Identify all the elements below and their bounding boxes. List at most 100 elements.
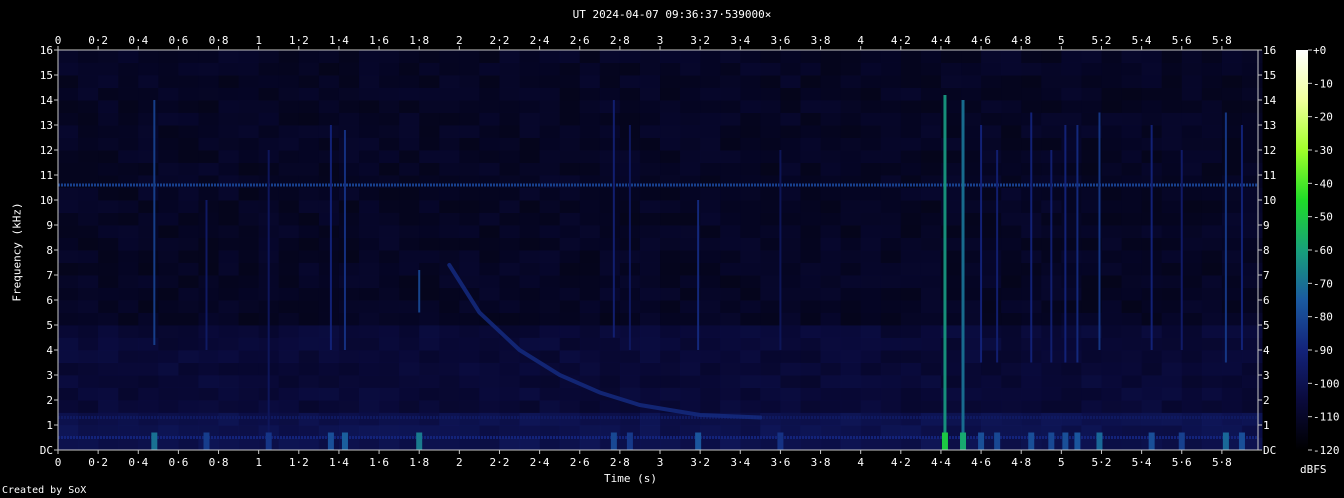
noise-cell — [880, 112, 902, 126]
noise-cell — [840, 62, 862, 76]
noise-cell — [218, 362, 240, 376]
noise-cell — [1181, 137, 1203, 151]
noise-cell — [981, 100, 1002, 113]
noise-cell — [660, 212, 681, 226]
noise-cell — [1121, 300, 1143, 313]
noise-cell — [660, 300, 681, 313]
x-tick-label: 4·2 — [891, 456, 911, 469]
noise-cell — [318, 225, 340, 238]
noise-cell — [499, 100, 521, 113]
noise-cell — [479, 387, 500, 401]
noise-cell — [920, 212, 942, 226]
noise-cell — [780, 312, 801, 326]
noise-cell — [118, 325, 139, 338]
noise-cell — [519, 325, 541, 338]
noise-cell — [298, 350, 320, 363]
noise-cell — [1161, 125, 1183, 138]
transient-base-burst — [151, 432, 158, 450]
noise-cell — [399, 387, 420, 401]
noise-cell — [820, 362, 842, 376]
noise-cell — [680, 100, 701, 113]
noise-cell — [298, 337, 320, 351]
noise-cell — [298, 362, 320, 376]
noise-cell — [198, 225, 220, 238]
noise-cell — [539, 300, 561, 313]
noise-cell — [479, 400, 500, 413]
noise-cell — [1241, 75, 1263, 88]
noise-cell — [98, 112, 119, 126]
noise-cell — [359, 437, 380, 451]
noise-cell — [318, 100, 340, 113]
noise-cell — [98, 225, 119, 238]
noise-cell — [1241, 375, 1263, 388]
noise-cell — [820, 212, 842, 226]
noise-cell — [499, 225, 521, 238]
noise-cell — [78, 400, 99, 413]
noise-cell — [98, 75, 119, 88]
noise-cell — [639, 287, 661, 301]
noise-cell — [720, 137, 741, 151]
noise-cell — [1181, 75, 1203, 88]
noise-cell — [700, 225, 721, 238]
noise-cell — [900, 212, 922, 226]
noise-cell — [519, 112, 541, 126]
noise-cell — [680, 350, 701, 363]
noise-cell — [399, 212, 420, 226]
noise-cell — [1001, 112, 1022, 126]
noise-cell — [720, 287, 741, 301]
noise-cell — [619, 87, 641, 101]
noise-cell — [539, 125, 561, 138]
noise-cell — [178, 150, 199, 163]
x-tick-label: 2·2 — [490, 456, 510, 469]
noise-cell — [158, 300, 179, 313]
noise-cell — [318, 375, 340, 388]
noise-cell — [700, 337, 721, 351]
noise-cell — [900, 262, 922, 276]
noise-cell — [1121, 337, 1143, 351]
noise-cell — [459, 312, 480, 326]
noise-cell — [1061, 87, 1082, 101]
noise-cell — [539, 437, 561, 451]
noise-cell — [158, 112, 179, 126]
noise-cell — [278, 62, 300, 76]
noise-cell — [1181, 437, 1203, 451]
noise-cell — [639, 112, 661, 126]
noise-cell — [439, 375, 460, 388]
noise-cell — [58, 312, 79, 326]
noise-cell — [740, 262, 761, 276]
noise-cell — [680, 187, 701, 201]
noise-cell — [1121, 187, 1143, 201]
noise-cell — [981, 50, 1002, 63]
noise-cell — [238, 100, 260, 113]
noise-cell — [840, 100, 862, 113]
noise-cell — [78, 312, 99, 326]
noise-cell — [359, 162, 380, 176]
noise-cell — [58, 275, 79, 288]
noise-cell — [198, 325, 220, 338]
noise-cell — [599, 337, 621, 351]
noise-cell — [379, 325, 400, 338]
noise-cell — [519, 262, 541, 276]
noise-cell — [1201, 87, 1223, 101]
noise-cell — [840, 312, 862, 326]
noise-cell — [338, 237, 360, 251]
colorbar-tick-label: -30 — [1313, 144, 1333, 157]
noise-cell — [1201, 287, 1223, 301]
noise-cell — [178, 437, 199, 451]
noise-cell — [539, 225, 561, 238]
noise-cell — [900, 350, 922, 363]
noise-cell — [218, 100, 240, 113]
noise-cell — [58, 375, 79, 388]
noise-cell — [238, 287, 260, 301]
x-tick-label-top: 2·6 — [570, 34, 590, 47]
noise-cell — [419, 262, 440, 276]
noise-cell — [158, 187, 179, 201]
y-tick-label: 10 — [40, 194, 53, 207]
noise-cell — [599, 225, 621, 238]
noise-cell — [800, 300, 822, 313]
noise-cell — [399, 87, 420, 101]
noise-cell — [1241, 337, 1263, 351]
noise-cell — [579, 237, 601, 251]
noise-cell — [1181, 62, 1203, 76]
noise-cell — [198, 187, 220, 201]
